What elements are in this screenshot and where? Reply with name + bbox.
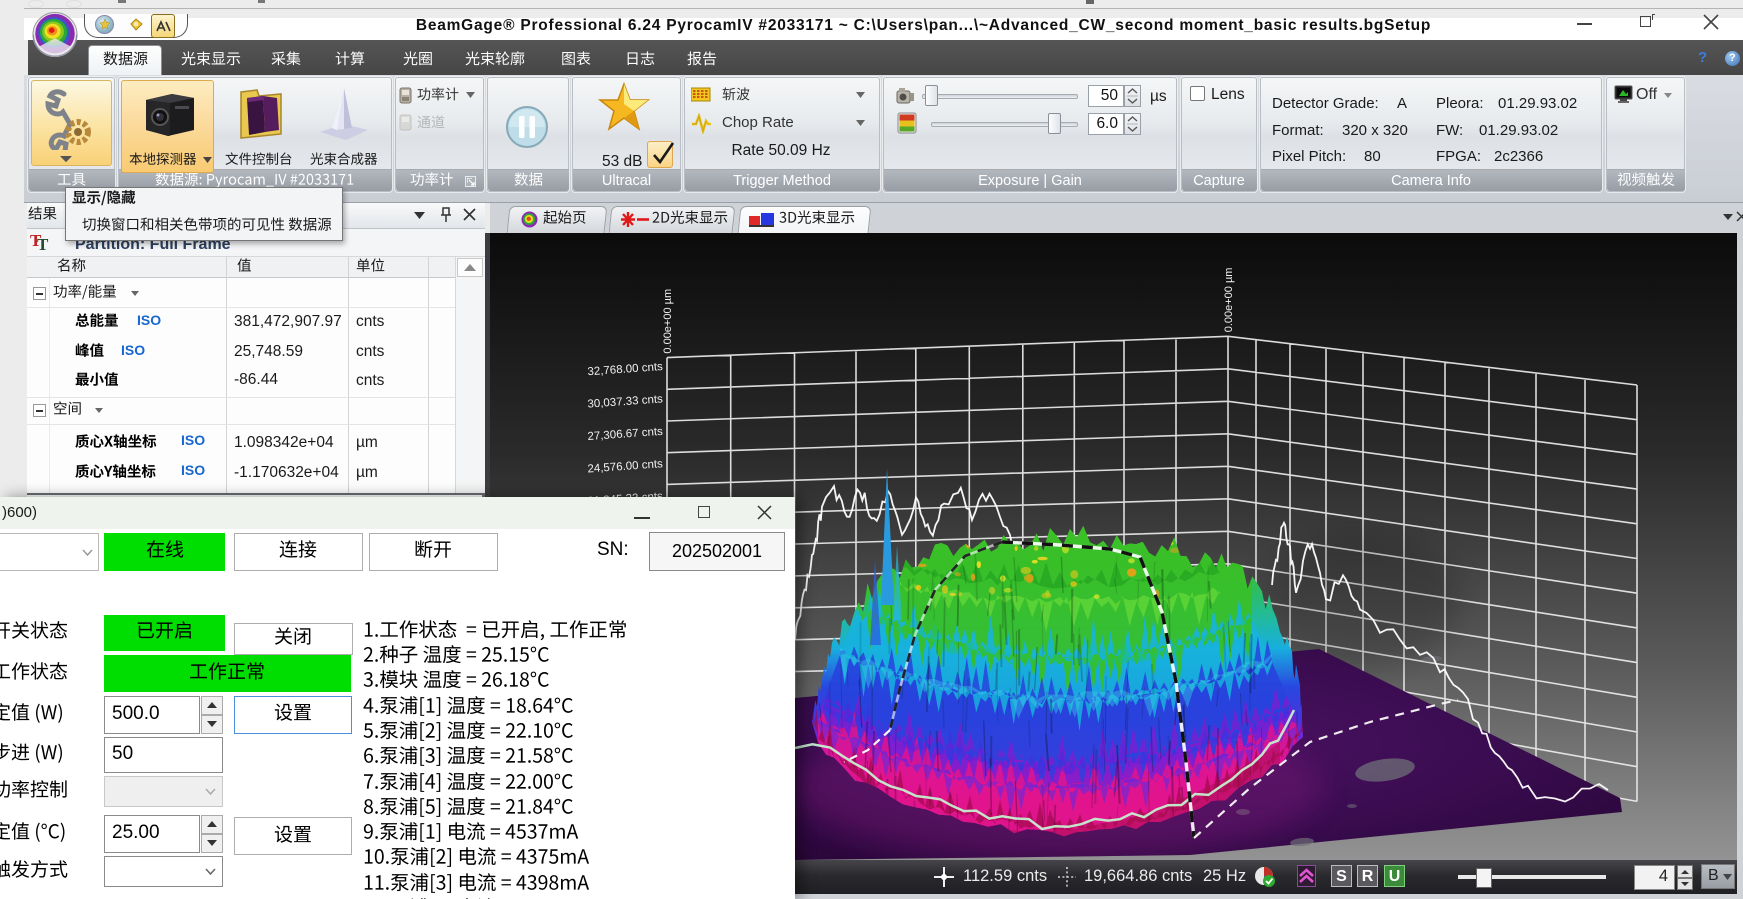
svg-text:0.00e+00 µm: 0.00e+00 µm [662, 289, 674, 354]
svg-text:T: T [37, 235, 49, 253]
svg-text:0.00e+00 µm: 0.00e+00 µm [1223, 268, 1235, 333]
